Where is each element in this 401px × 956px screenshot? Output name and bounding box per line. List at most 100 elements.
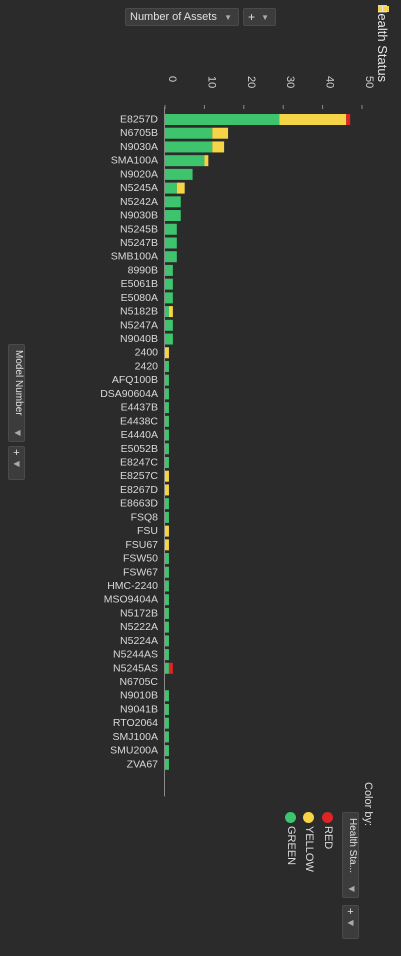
bar-segment-green	[165, 127, 213, 139]
category-label: N5245A	[120, 182, 158, 194]
bar-segment-green	[165, 429, 169, 441]
category-label: N5224A	[120, 635, 158, 647]
plus-icon: +	[13, 447, 20, 459]
category-label: E8257D	[120, 114, 158, 126]
category-label: E5061B	[121, 278, 158, 290]
bar-segment-green	[165, 306, 169, 318]
bar-segment-green	[165, 731, 169, 743]
bar-segment-green	[165, 443, 169, 455]
bar-segment-green	[165, 319, 173, 331]
bar-segment-green	[165, 415, 169, 427]
category-label: FSW50	[123, 553, 158, 565]
tick-label: 10	[205, 76, 217, 88]
bar-chart: 0 10 20 30 40 50 E8257DN6705B N9030A SMA100AN902…	[100, 76, 375, 797]
bar-segment-green	[165, 703, 169, 715]
bar-segment-yellow	[165, 525, 169, 537]
bar-segment-green	[165, 141, 213, 153]
bar-segment-green	[165, 649, 169, 661]
category-label: MSO9404A	[104, 594, 158, 606]
tick-label: 0	[166, 76, 178, 82]
category-label: N6705B	[120, 127, 158, 139]
legend-label: GREEN	[285, 826, 297, 866]
category-label: N9030A	[120, 141, 158, 153]
category-label: 2420	[135, 360, 159, 372]
bar-segment-green	[165, 292, 173, 304]
category-label: FSU	[137, 525, 158, 537]
legend-item-yellow[interactable]: YELLOW	[302, 812, 316, 872]
category-label: N9041B	[120, 703, 158, 715]
add-measure-button[interactable]: + ▼	[243, 8, 276, 26]
color-field-label: Health Sta...	[347, 818, 358, 874]
category-label: N5182B	[120, 306, 158, 318]
category-label: E5080A	[121, 292, 158, 304]
column-field-title: Health Status	[375, 4, 390, 83]
color-field-pill[interactable]: Health Sta... ◀	[342, 812, 359, 898]
legend-item-green[interactable]: GREEN	[284, 812, 298, 865]
row-field-label: Model Number	[13, 350, 24, 416]
chevron-down-icon: ◀	[13, 459, 20, 468]
category-label: N6705C	[119, 676, 158, 688]
bar-segment-green	[165, 168, 193, 180]
measure-dropdown[interactable]: Number of Assets ▼	[125, 8, 239, 26]
category-label: E8247C	[120, 457, 158, 469]
category-label: SMB100A	[111, 251, 158, 263]
bar-segment-green	[165, 196, 181, 208]
bar-segment-green	[165, 662, 169, 674]
legend-label: RED	[322, 826, 334, 850]
bar-segment-green	[165, 498, 169, 510]
category-label: E8267D	[120, 484, 158, 496]
bar-segment-red	[346, 114, 351, 125]
bar-segment-green	[165, 580, 169, 592]
bar-segment-green	[165, 758, 169, 770]
tick-label: 40	[324, 76, 336, 88]
bar-segment-green	[165, 594, 169, 606]
bar-segment-green	[165, 114, 280, 125]
category-label: FSQ8	[131, 511, 159, 523]
bar-segment-green	[165, 635, 169, 647]
add-row-field-button[interactable]: + ◀	[8, 446, 25, 480]
bar-segment-yellow	[165, 484, 169, 496]
bar-segment-green	[165, 237, 177, 249]
color-by-title: Color by:	[362, 782, 374, 827]
legend-dot	[303, 812, 314, 823]
category-label: N5245B	[120, 223, 158, 235]
chevron-down-icon: ▼	[261, 13, 269, 22]
row-field-pill[interactable]: Model Number ◀	[8, 344, 25, 442]
category-label: N5172B	[120, 607, 158, 619]
category-label: N9040B	[120, 333, 158, 345]
bar-segment-green	[165, 621, 169, 633]
category-label: E4438C	[120, 415, 158, 427]
category-label: N5247A	[120, 319, 158, 331]
category-label: FSU67	[125, 539, 158, 551]
bar-segment-yellow	[168, 306, 173, 318]
category-label: RTO2064	[113, 717, 158, 729]
chevron-down-icon: ◀	[13, 428, 22, 437]
plus-icon: +	[347, 906, 354, 918]
category-label: N5247B	[120, 237, 158, 249]
category-label: N9010B	[120, 690, 158, 702]
category-label: SMA100A	[111, 155, 158, 167]
category-label: DSA90604A	[100, 388, 158, 400]
bar-segment-green	[165, 511, 169, 523]
bar-segment-yellow	[212, 127, 229, 139]
bar-segment-yellow	[165, 347, 169, 359]
category-label: N9030B	[120, 210, 158, 222]
category-label: 8990B	[128, 264, 158, 276]
category-label: SMU200A	[110, 745, 158, 757]
bar-segment-green	[165, 210, 181, 222]
category-label: N5242A	[120, 196, 158, 208]
add-color-field-button[interactable]: + ◀	[342, 905, 359, 939]
bar-segment-green	[165, 278, 173, 290]
bar-segment-green	[165, 457, 169, 468]
bar-segment-yellow	[204, 155, 209, 167]
bar-segment-green	[165, 223, 177, 235]
category-label: E4437B	[121, 402, 158, 414]
bar-segment-green	[165, 607, 169, 619]
bar-segment-green	[165, 745, 169, 757]
bar-segment-green	[165, 690, 169, 702]
legend-label: YELLOW	[303, 826, 315, 872]
tick-label: 50	[363, 76, 375, 88]
chevron-down-icon: ◀	[347, 918, 354, 927]
category-label: ZVA67	[127, 758, 158, 770]
legend-item-red[interactable]: RED	[321, 812, 335, 849]
